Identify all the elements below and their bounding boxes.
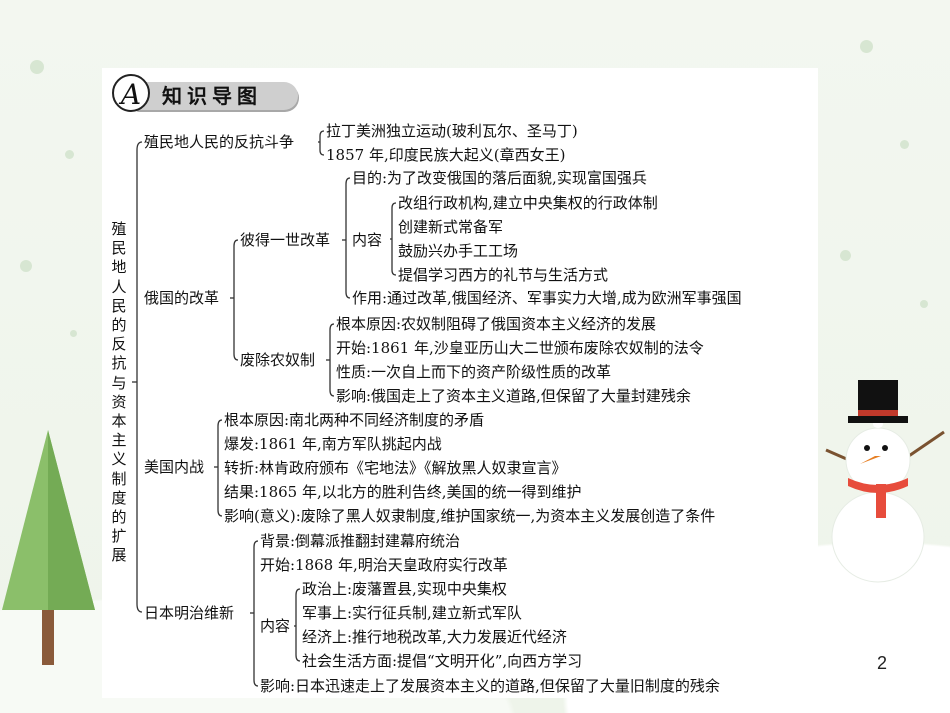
node-japan: 日本明治维新 (144, 604, 235, 622)
peter-purpose: 目的:为了改变俄国的落后面貌,实现富国强兵 (352, 169, 647, 187)
peter-effect: 作用:通过改革,俄国经济、军事实力大增,成为欧洲军事强国 (352, 289, 742, 307)
serf-item: 性质:一次自上而下的资产阶级性质的改革 (336, 363, 612, 381)
us-item: 影响(意义):废除了黑人奴隶制度,维护国家统一,为资本主义发展创造了条件 (224, 507, 716, 525)
colonial-item: 拉丁美洲独立运动(玻利瓦尔、圣马丁) (326, 122, 578, 140)
japan-content-item: 社会生活方面:提倡“文明开化”,向西方学习 (302, 652, 583, 670)
peter-content-item: 鼓励兴办手工工场 (398, 242, 519, 260)
serf-item: 影响:俄国走上了资本主义道路,但保留了大量封建残余 (336, 387, 691, 405)
peter-content-item: 改组行政机构,建立中央集权的行政体制 (398, 194, 658, 212)
diagram-title: 殖民地人民的反抗与资本主义制度的扩展 (111, 220, 127, 565)
us-item: 爆发:1861 年,南方军队挑起内战 (224, 435, 442, 453)
us-item: 结果:1865 年,以北方的胜利告终,美国的统一得到维护 (224, 483, 582, 501)
japan-start: 开始:1868 年,明治天皇政府实行改革 (260, 556, 508, 574)
colonial-item: 1857 年,印度民族大起义(章西女王) (326, 146, 566, 164)
page-number: 2 (877, 653, 888, 673)
node-colonial: 殖民地人民的反抗斗争 (144, 133, 295, 151)
node-peter: 彼得一世改革 (240, 231, 331, 249)
peter-content-item: 创建新式常备军 (398, 218, 504, 236)
japan-content-item: 经济上:推行地税改革,大力发展近代经济 (302, 628, 567, 646)
japan-content-item: 军事上:实行征兵制,建立新式军队 (302, 604, 522, 622)
node-us: 美国内战 (144, 458, 205, 476)
serf-item: 根本原因:农奴制阻碍了俄国资本主义经济的发展 (336, 315, 657, 333)
peter-content-item: 提倡学习西方的礼节与生活方式 (398, 266, 609, 284)
node-russia: 俄国的改革 (144, 289, 220, 307)
peter-content-label: 内容 (352, 231, 383, 249)
us-item: 根本原因:南北两种不同经济制度的矛盾 (224, 411, 485, 429)
japan-content-label: 内容 (260, 617, 291, 635)
node-serf: 废除农奴制 (240, 351, 316, 369)
japan-background: 背景:倒幕派推翻封建幕府统治 (260, 532, 461, 550)
japan-content-item: 政治上:废藩置县,实现中央集权 (302, 580, 507, 598)
us-item: 转折:林肯政府颁布《宅地法》《解放黑人奴隶宣言》 (224, 459, 567, 477)
serf-item: 开始:1861 年,沙皇亚历山大二世颁布废除农奴制的法令 (336, 339, 704, 357)
japan-effect: 影响:日本迅速走上了发展资本主义的道路,但保留了大量旧制度的残余 (260, 677, 720, 695)
